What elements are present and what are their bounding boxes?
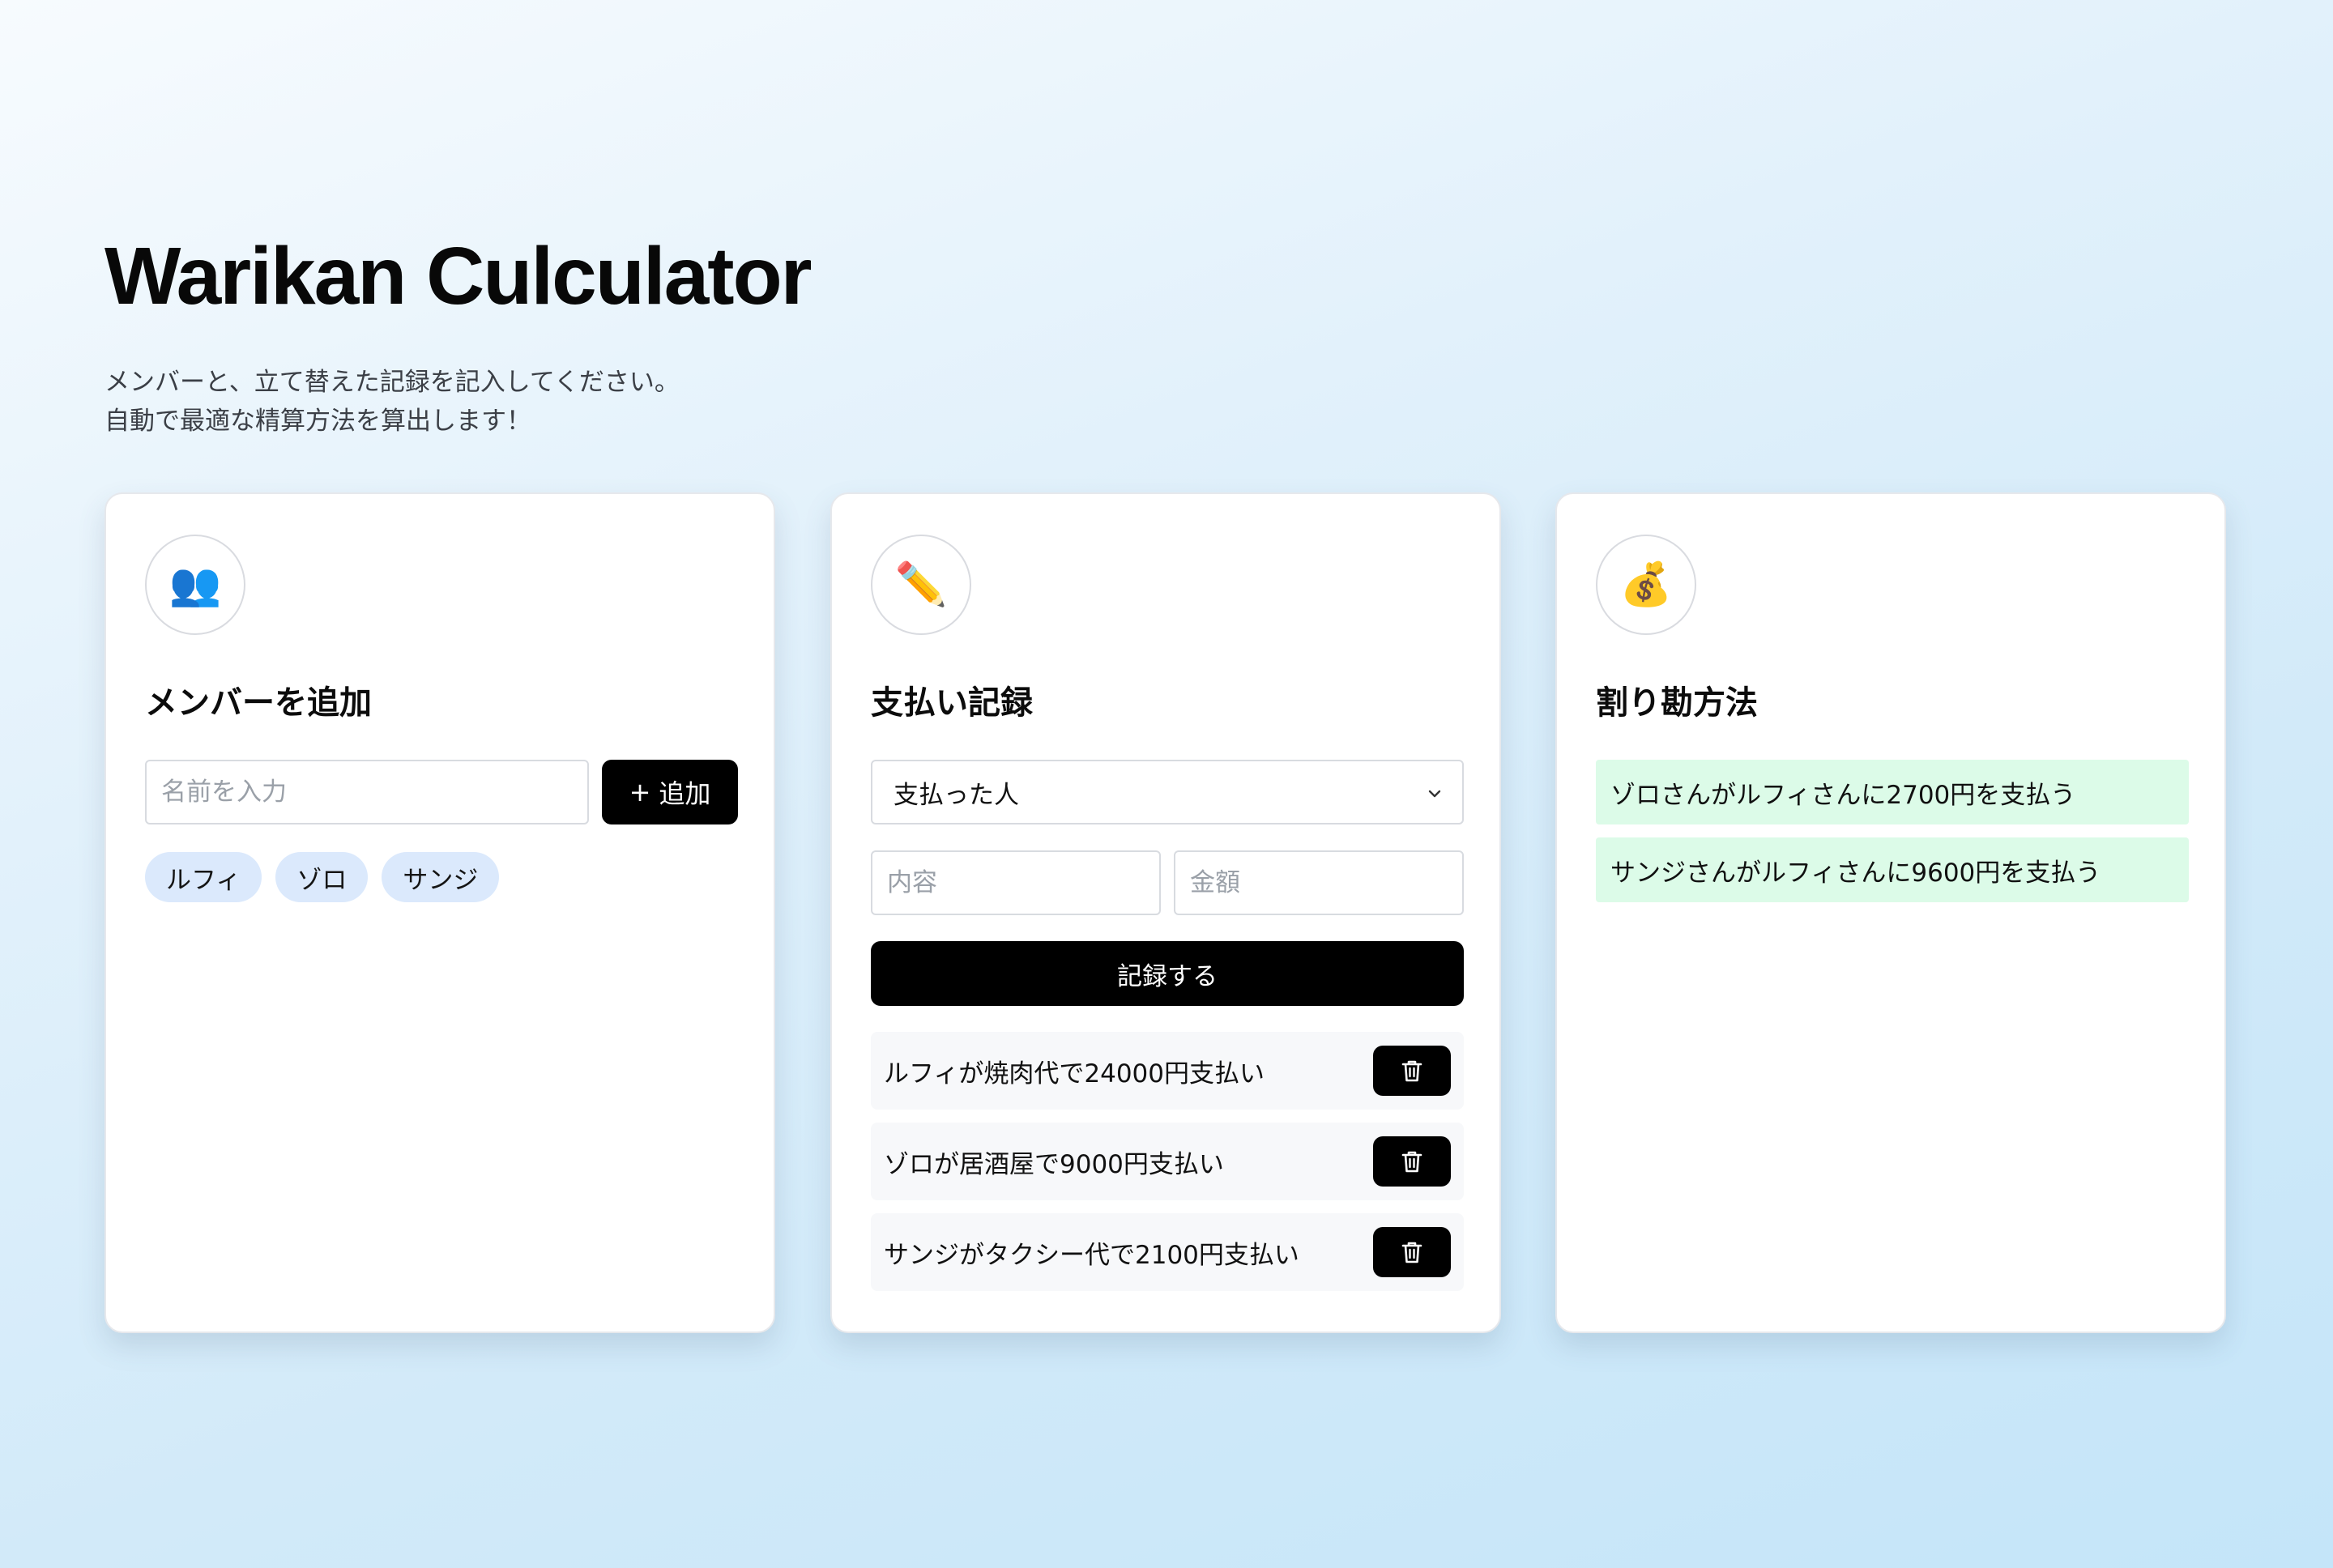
settlement-item: ゾロさんがルフィさんに2700円を支払う	[1596, 760, 2189, 824]
payments-card-title: 支払い記録	[871, 684, 1033, 722]
add-member-button[interactable]: + 追加	[602, 760, 738, 824]
settlement-list: ゾロさんがルフィさんに2700円を支払う サンジさんがルフィさんに9600円を支…	[1596, 760, 2189, 915]
page-description: メンバーと、立て替えた記録を記入してください。 自動で最適な精算方法を算出します…	[104, 363, 680, 441]
member-chip[interactable]: ルフィ	[145, 852, 262, 902]
money-bag-icon: 💰	[1596, 535, 1696, 635]
trash-icon	[1401, 1242, 1422, 1263]
payer-select[interactable]: 支払った人	[871, 760, 1464, 824]
member-chip[interactable]: サンジ	[382, 852, 500, 902]
chevron-down-icon	[1428, 782, 1441, 803]
people-icon: 👥	[145, 535, 245, 635]
delete-payment-button[interactable]	[1373, 1136, 1451, 1187]
description-line-1: メンバーと、立て替えた記録を記入してください。	[104, 368, 680, 397]
payer-select-value: 支払った人	[894, 780, 1019, 810]
payment-text: ルフィが焼肉代で24000円支払い	[884, 1059, 1265, 1089]
member-list: ルフィ ゾロ サンジ	[145, 852, 500, 902]
description-line-2: 自動で最適な精算方法を算出します！	[104, 407, 531, 436]
members-card: 👥 メンバーを追加 + 追加 ルフィ ゾロ サンジ	[104, 492, 775, 1333]
payment-text: ゾロが居酒屋で9000円支払い	[884, 1149, 1224, 1179]
member-name-input[interactable]	[145, 760, 589, 824]
add-member-button-label: 追加	[659, 778, 711, 809]
payment-row: ルフィが焼肉代で24000円支払い	[871, 1032, 1464, 1110]
page-title: Warikan Culculator	[104, 231, 812, 322]
payments-card: ✏️ 支払い記録 支払った人 記録する ルフィが焼肉代で24000円支払い ゾロ…	[830, 492, 1501, 1333]
settlement-item: サンジさんがルフィさんに9600円を支払う	[1596, 837, 2189, 902]
settlement-card-title: 割り勘方法	[1596, 684, 1758, 722]
payment-list: ルフィが焼肉代で24000円支払い ゾロが居酒屋で9000円支払い サンジがタク…	[871, 1032, 1464, 1304]
record-button[interactable]: 記録する	[871, 941, 1464, 1006]
trash-icon	[1401, 1151, 1422, 1173]
trash-icon	[1401, 1060, 1422, 1082]
delete-payment-button[interactable]	[1373, 1227, 1451, 1277]
amount-input[interactable]	[1174, 850, 1464, 915]
pencil-icon: ✏️	[871, 535, 971, 635]
payment-row: サンジがタクシー代で2100円支払い	[871, 1213, 1464, 1291]
settlement-card: 💰 割り勘方法 ゾロさんがルフィさんに2700円を支払う サンジさんがルフィさん…	[1555, 492, 2226, 1333]
plus-icon: +	[629, 777, 651, 807]
delete-payment-button[interactable]	[1373, 1046, 1451, 1096]
members-card-title: メンバーを追加	[145, 684, 372, 722]
member-chip[interactable]: ゾロ	[275, 852, 369, 902]
description-input[interactable]	[871, 850, 1161, 915]
payment-text: サンジがタクシー代で2100円支払い	[884, 1240, 1299, 1270]
payment-row: ゾロが居酒屋で9000円支払い	[871, 1123, 1464, 1200]
